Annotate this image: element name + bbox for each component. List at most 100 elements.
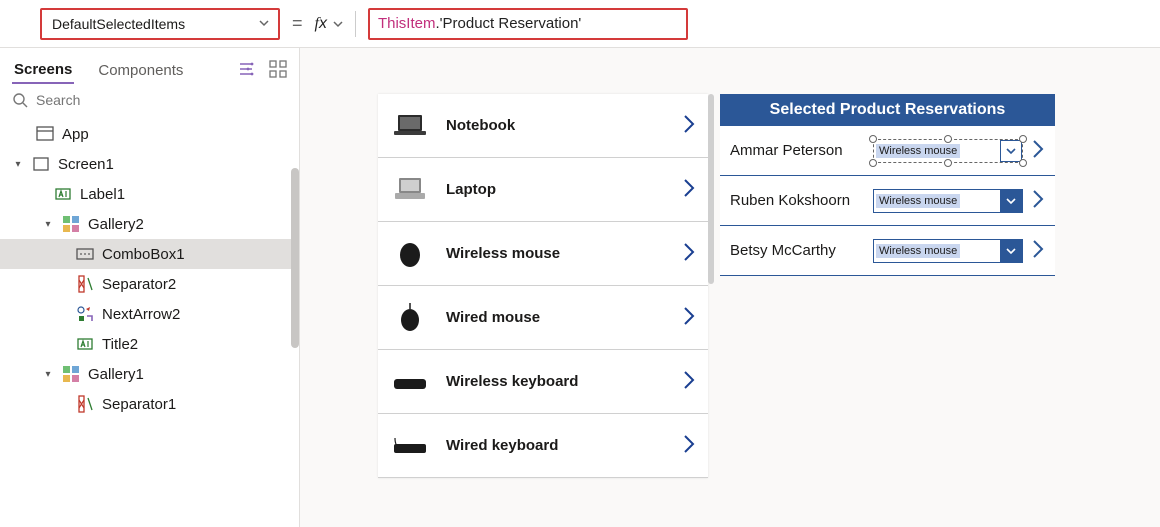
tree-node-nextarrow2[interactable]: NextArrow2 xyxy=(0,299,299,329)
combobox-chevron[interactable] xyxy=(1000,190,1022,212)
icon-set-icon xyxy=(76,305,94,323)
chevron-right-icon[interactable] xyxy=(682,177,696,202)
reservations-header: Selected Product Reservations xyxy=(720,94,1055,126)
tab-screens[interactable]: Screens xyxy=(12,57,74,84)
list-item[interactable]: Wireless keyboard xyxy=(378,350,708,414)
combobox-value: Wireless mouse xyxy=(876,144,960,158)
collapse-icon[interactable]: ▾ xyxy=(42,219,54,230)
tab-components[interactable]: Components xyxy=(96,58,185,83)
list-item[interactable]: Ammar Peterson Wireless mouse xyxy=(720,126,1055,176)
tree-node-combobox1[interactable]: ComboBox1 xyxy=(0,239,299,269)
tree-node-gallery1[interactable]: ▾ Gallery1 xyxy=(0,359,299,389)
tree-label: ComboBox1 xyxy=(102,246,185,263)
tree-view-panel: Screens Components App ▾ Scr xyxy=(0,48,300,527)
list-item[interactable]: Betsy McCarthy Wireless mouse xyxy=(720,226,1055,276)
collapse-icon[interactable]: ▾ xyxy=(42,369,54,380)
keyboard-wired-icon xyxy=(390,428,430,464)
tree-label: Gallery1 xyxy=(88,366,144,383)
gallery-icon xyxy=(62,215,80,233)
chevron-right-icon[interactable] xyxy=(682,241,696,266)
scrollbar-thumb[interactable] xyxy=(708,94,714,284)
tree-tabs: Screens Components xyxy=(0,48,299,86)
list-item[interactable]: Wired mouse xyxy=(378,286,708,350)
combobox[interactable]: Wireless mouse xyxy=(873,139,1023,163)
combobox-chevron[interactable] xyxy=(1000,140,1022,162)
notebook-icon xyxy=(390,108,430,144)
formula-input[interactable]: ThisItem.'Product Reservation' xyxy=(368,8,688,40)
search-input[interactable] xyxy=(36,92,287,108)
grid-view-icon[interactable] xyxy=(269,60,287,81)
tree-label: App xyxy=(62,126,89,143)
list-item[interactable]: Notebook xyxy=(378,94,708,158)
resize-handle[interactable] xyxy=(1019,135,1027,143)
combobox-chevron[interactable] xyxy=(1000,240,1022,262)
chevron-right-icon[interactable] xyxy=(682,433,696,458)
fx-button[interactable]: fx xyxy=(315,15,343,33)
scrollbar-thumb[interactable] xyxy=(291,168,299,348)
product-name: Wireless mouse xyxy=(446,245,682,262)
separator-icon xyxy=(76,275,94,293)
screen-icon xyxy=(32,155,50,173)
tree-label: Gallery2 xyxy=(88,216,144,233)
product-name: Laptop xyxy=(446,181,682,198)
keyboard-icon xyxy=(390,364,430,400)
tree-node-title2[interactable]: Title2 xyxy=(0,329,299,359)
tree-label: Title2 xyxy=(102,336,138,353)
combobox[interactable]: Wireless mouse xyxy=(873,239,1023,263)
combobox[interactable]: Wireless mouse xyxy=(873,189,1023,213)
mouse-wired-icon xyxy=(390,300,430,336)
chevron-right-icon[interactable] xyxy=(1031,138,1045,163)
product-name: Wired keyboard xyxy=(446,437,682,454)
list-item[interactable]: Ruben Kokshoorn Wireless mouse xyxy=(720,176,1055,226)
chevron-right-icon[interactable] xyxy=(1031,188,1045,213)
tree-label: NextArrow2 xyxy=(102,306,180,323)
app-icon xyxy=(36,125,54,143)
list-item[interactable]: Laptop xyxy=(378,158,708,222)
chevron-right-icon[interactable] xyxy=(1031,238,1045,263)
equals-label: = xyxy=(292,13,303,34)
formula-bar: DefaultSelectedItems = fx ThisItem.'Prod… xyxy=(0,0,1160,48)
tree-node-label1[interactable]: Label1 xyxy=(0,179,299,209)
tree-search[interactable] xyxy=(0,86,299,119)
chevron-right-icon[interactable] xyxy=(682,369,696,394)
resize-handle[interactable] xyxy=(944,159,952,167)
resize-handle[interactable] xyxy=(1019,159,1027,167)
chevron-right-icon[interactable] xyxy=(682,305,696,330)
divider xyxy=(355,11,356,37)
gallery-products[interactable]: Notebook Laptop Wireless mouse xyxy=(378,94,708,478)
tree-label: Separator2 xyxy=(102,276,176,293)
separator-icon xyxy=(76,395,94,413)
chevron-down-icon xyxy=(258,16,270,32)
gallery-icon xyxy=(62,365,80,383)
label-icon xyxy=(76,335,94,353)
gallery-reservations[interactable]: Selected Product Reservations Ammar Pete… xyxy=(720,94,1055,276)
product-name: Wired mouse xyxy=(446,309,682,326)
label-icon xyxy=(54,185,72,203)
resize-handle[interactable] xyxy=(944,135,952,143)
resize-handle[interactable] xyxy=(869,159,877,167)
collapse-icon[interactable]: ▾ xyxy=(12,159,24,170)
resize-handle[interactable] xyxy=(869,135,877,143)
tree-collapse-icon[interactable] xyxy=(237,60,255,81)
search-icon xyxy=(12,92,28,108)
tree-label: Screen1 xyxy=(58,156,114,173)
tree-view: App ▾ Screen1 Label1 ▾ Gallery2 xyxy=(0,119,299,527)
chevron-down-icon xyxy=(333,16,343,32)
property-selector[interactable]: DefaultSelectedItems xyxy=(40,8,280,40)
list-item[interactable]: Wired keyboard xyxy=(378,414,708,478)
list-item[interactable]: Wireless mouse xyxy=(378,222,708,286)
person-name: Ruben Kokshoorn xyxy=(730,192,873,209)
formula-token-thisitem: ThisItem xyxy=(378,15,436,32)
tree-node-screen1[interactable]: ▾ Screen1 xyxy=(0,149,299,179)
tree-label: Label1 xyxy=(80,186,125,203)
formula-token-rest: .'Product Reservation' xyxy=(435,15,581,32)
person-name: Betsy McCarthy xyxy=(730,242,873,259)
combobox-value: Wireless mouse xyxy=(876,244,960,258)
chevron-right-icon[interactable] xyxy=(682,113,696,138)
laptop-icon xyxy=(390,172,430,208)
tree-node-separator1[interactable]: Separator1 xyxy=(0,389,299,419)
fx-icon: fx xyxy=(315,15,327,33)
tree-node-gallery2[interactable]: ▾ Gallery2 xyxy=(0,209,299,239)
tree-node-app[interactable]: App xyxy=(0,119,299,149)
tree-node-separator2[interactable]: Separator2 xyxy=(0,269,299,299)
